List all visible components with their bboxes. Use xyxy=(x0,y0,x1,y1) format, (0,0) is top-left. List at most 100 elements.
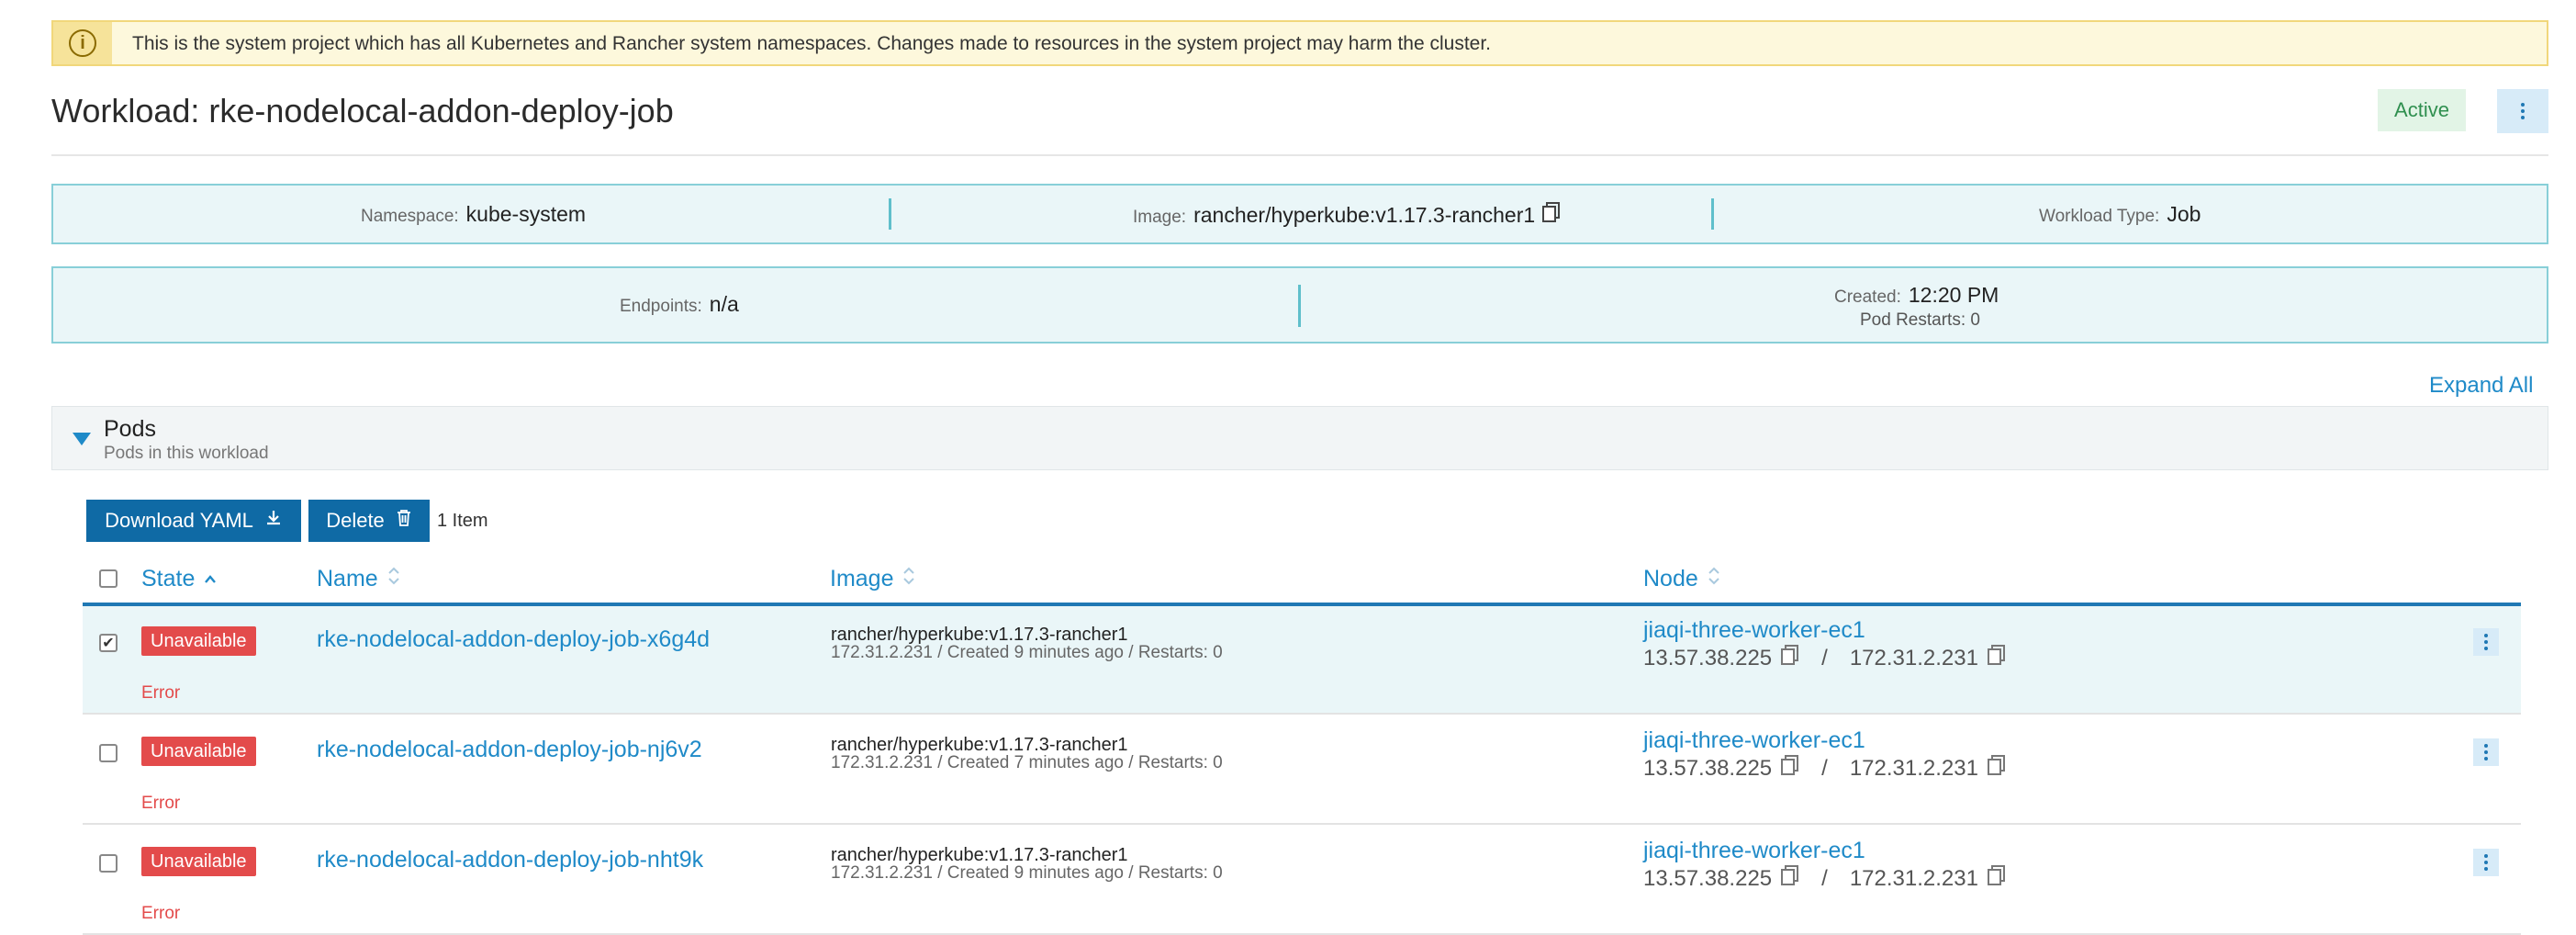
clipboard-icon[interactable] xyxy=(1987,645,2006,671)
delete-label: Delete xyxy=(326,509,385,532)
separator xyxy=(1711,198,1714,230)
page-title: Workload: rke-nodelocal-addon-deploy-job xyxy=(51,92,674,130)
ip-separator: / xyxy=(1821,755,1828,781)
endpoints-label: Endpoints: xyxy=(620,297,702,316)
kebab-menu-icon xyxy=(2484,634,2488,650)
status-badge: Active xyxy=(2378,89,2466,131)
table-row[interactable]: ✔ Unavailable Error rke-nodelocal-addon-… xyxy=(83,606,2521,715)
name-header-label: Name xyxy=(317,566,378,591)
node-ips: 13.57.38.225 / 172.31.2.231 xyxy=(1643,645,2006,671)
endpoints-field: Endpoints: n/a xyxy=(620,292,739,317)
system-project-banner: i This is the system project which has a… xyxy=(51,20,2548,66)
workload-type-field: Workload Type: Job xyxy=(2039,202,2201,227)
pod-detail: 172.31.2.231 / Created 7 minutes ago / R… xyxy=(831,753,1223,772)
error-text: Error xyxy=(141,904,181,923)
created-value: 12:20 PM xyxy=(1908,283,1999,307)
public-ip: 13.57.38.225 xyxy=(1643,645,1773,670)
clipboard-icon[interactable] xyxy=(1987,755,2006,782)
state-badge: Unavailable xyxy=(141,626,256,656)
workload-info-box: Namespace: kube-system Image: rancher/hy… xyxy=(51,184,2548,244)
namespace-label: Namespace: xyxy=(361,207,459,226)
pod-detail: 172.31.2.231 / Created 9 minutes ago / R… xyxy=(831,863,1223,883)
endpoints-value: n/a xyxy=(709,292,739,316)
clipboard-icon[interactable] xyxy=(1542,202,1561,227)
private-ip: 172.31.2.231 xyxy=(1849,645,1978,670)
info-icon: i xyxy=(53,22,112,64)
pods-subtitle: Pods in this workload xyxy=(104,444,269,463)
download-yaml-button[interactable]: Download YAML xyxy=(86,500,301,542)
column-header-image[interactable]: Image xyxy=(830,566,915,592)
pod-name-link[interactable]: rke-nodelocal-addon-deploy-job-nht9k xyxy=(317,847,703,873)
sort-icon xyxy=(387,566,400,592)
row-checkbox[interactable] xyxy=(99,854,118,873)
workload-type-label: Workload Type: xyxy=(2039,207,2160,226)
ip-separator: / xyxy=(1821,645,1828,670)
sort-icon xyxy=(204,566,217,592)
state-header-label: State xyxy=(141,566,196,591)
public-ip: 13.57.38.225 xyxy=(1643,755,1773,781)
workload-menu-button[interactable] xyxy=(2497,89,2548,133)
state-badge: Unavailable xyxy=(141,737,256,766)
node-link[interactable]: jiaqi-three-worker-ec1 xyxy=(1643,727,1865,754)
created-field: Created: 12:20 PM xyxy=(1834,283,1999,308)
row-menu-button[interactable] xyxy=(2473,628,2499,656)
kebab-menu-icon xyxy=(2484,744,2488,760)
sort-icon xyxy=(902,566,915,592)
row-checkbox[interactable]: ✔ xyxy=(99,634,118,652)
download-yaml-label: Download YAML xyxy=(105,509,253,532)
pods-title: Pods xyxy=(104,416,156,442)
private-ip: 172.31.2.231 xyxy=(1849,755,1978,781)
pods-section-header[interactable]: Pods Pods in this workload xyxy=(51,406,2548,470)
node-link[interactable]: jiaqi-three-worker-ec1 xyxy=(1643,838,1865,864)
banner-text: This is the system project which has all… xyxy=(132,33,1492,54)
column-header-name[interactable]: Name xyxy=(317,566,400,592)
node-link[interactable]: jiaqi-three-worker-ec1 xyxy=(1643,617,1865,644)
node-ips: 13.57.38.225 / 172.31.2.231 xyxy=(1643,755,2006,782)
public-ip: 13.57.38.225 xyxy=(1643,865,1773,891)
image-label: Image: xyxy=(1133,208,1187,227)
image-value: rancher/hyperkube:v1.17.3-rancher1 xyxy=(1193,203,1536,227)
pod-name-link[interactable]: rke-nodelocal-addon-deploy-job-nj6v2 xyxy=(317,737,702,763)
select-all-checkbox[interactable] xyxy=(99,569,118,588)
collapse-triangle-icon[interactable] xyxy=(73,433,91,445)
private-ip: 172.31.2.231 xyxy=(1849,865,1978,891)
kebab-menu-icon xyxy=(2484,854,2488,871)
sort-icon xyxy=(1708,566,1720,592)
workload-status-box: Endpoints: n/a Created: 12:20 PM Pod Res… xyxy=(51,266,2548,344)
clipboard-icon[interactable] xyxy=(1987,865,2006,892)
ip-separator: / xyxy=(1821,865,1828,891)
clipboard-icon[interactable] xyxy=(1781,865,1799,892)
workload-type-value: Job xyxy=(2167,202,2201,226)
pod-restarts: Pod Restarts: 0 xyxy=(1860,310,1980,330)
pod-name-link[interactable]: rke-nodelocal-addon-deploy-job-x6g4d xyxy=(317,626,710,653)
column-header-node[interactable]: Node xyxy=(1643,566,1720,592)
image-field: Image: rancher/hyperkube:v1.17.3-rancher… xyxy=(1133,202,1561,228)
row-menu-button[interactable] xyxy=(2473,738,2499,766)
expand-all-link[interactable]: Expand All xyxy=(2429,373,2533,399)
divider xyxy=(51,154,2548,156)
kebab-menu-icon xyxy=(2521,103,2525,119)
separator xyxy=(889,198,891,230)
column-header-state[interactable]: State xyxy=(141,566,217,592)
trash-icon xyxy=(396,509,412,533)
clipboard-icon[interactable] xyxy=(1781,755,1799,782)
separator xyxy=(1298,285,1301,327)
table-row[interactable]: Unavailable Error rke-nodelocal-addon-de… xyxy=(83,827,2521,935)
state-badge: Unavailable xyxy=(141,847,256,876)
item-count: 1 Item xyxy=(437,511,488,531)
error-text: Error xyxy=(141,683,181,703)
row-menu-button[interactable] xyxy=(2473,849,2499,876)
created-label: Created: xyxy=(1834,287,1901,307)
table-row[interactable]: Unavailable Error rke-nodelocal-addon-de… xyxy=(83,716,2521,825)
delete-button[interactable]: Delete xyxy=(308,500,430,542)
image-header-label: Image xyxy=(830,566,894,591)
node-header-label: Node xyxy=(1643,566,1698,591)
pod-detail: 172.31.2.231 / Created 9 minutes ago / R… xyxy=(831,643,1223,662)
node-ips: 13.57.38.225 / 172.31.2.231 xyxy=(1643,865,2006,892)
clipboard-icon[interactable] xyxy=(1781,645,1799,671)
row-checkbox[interactable] xyxy=(99,744,118,762)
namespace-value: kube-system xyxy=(465,202,587,226)
error-text: Error xyxy=(141,794,181,813)
download-icon xyxy=(264,509,283,533)
namespace-field: Namespace: kube-system xyxy=(361,202,586,227)
